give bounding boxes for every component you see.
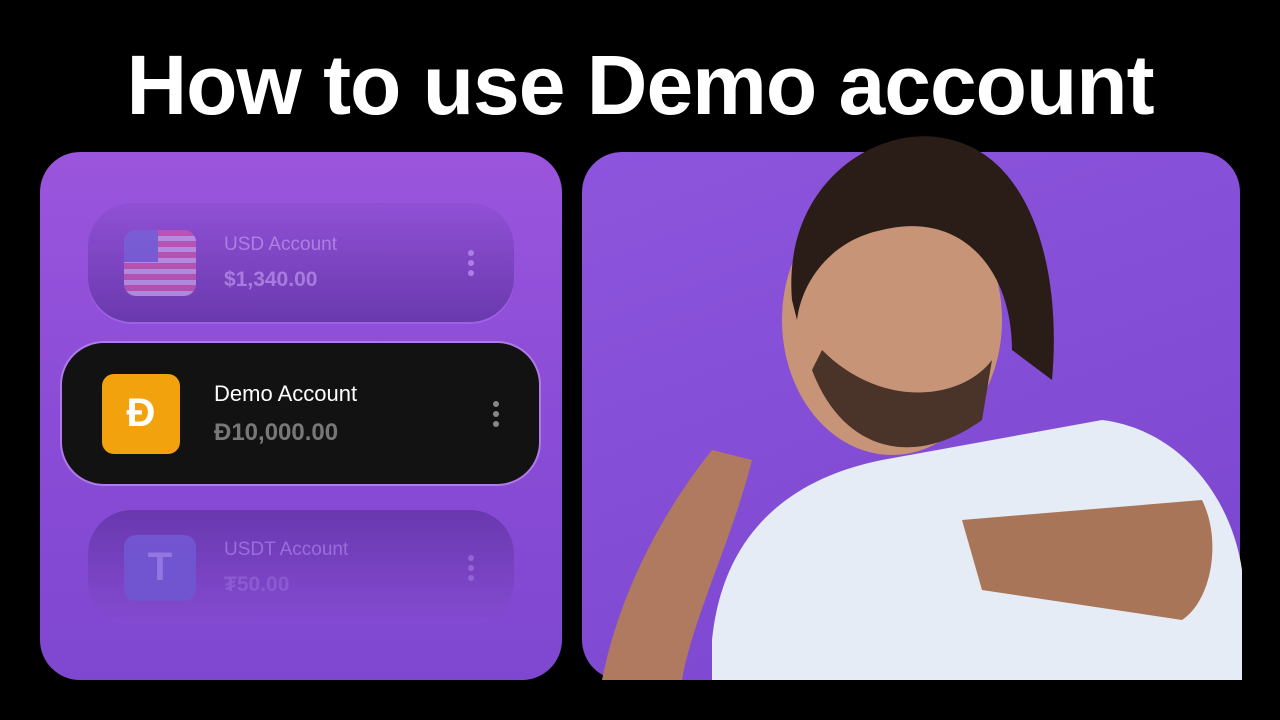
account-card-usd[interactable]: USD Account $1,340.00 xyxy=(88,203,514,322)
account-card-demo[interactable]: Đ Demo Account Đ10,000.00 xyxy=(60,341,541,486)
more-options-icon[interactable] xyxy=(493,400,499,427)
us-flag-icon xyxy=(124,229,196,296)
account-balance: Đ10,000.00 xyxy=(214,418,339,446)
page-title: How to use Demo account xyxy=(126,38,1154,132)
tether-icon: T xyxy=(124,534,196,601)
account-name: USD Account xyxy=(224,233,337,255)
account-balance: ₮50.00 xyxy=(224,572,290,596)
account-card-usdt[interactable]: T USDT Account ₮50.00 xyxy=(88,510,514,625)
account-balance: $1,340.00 xyxy=(224,267,318,291)
demo-coin-icon: Đ xyxy=(102,373,180,454)
accounts-panel: USD Account $1,340.00 Đ Demo Account Đ10… xyxy=(40,152,562,680)
account-name: Demo Account xyxy=(214,380,358,406)
presenter-photo xyxy=(602,136,1242,680)
more-options-icon[interactable] xyxy=(468,249,474,276)
more-options-icon[interactable] xyxy=(468,554,474,581)
account-name: USDT Account xyxy=(224,538,349,560)
